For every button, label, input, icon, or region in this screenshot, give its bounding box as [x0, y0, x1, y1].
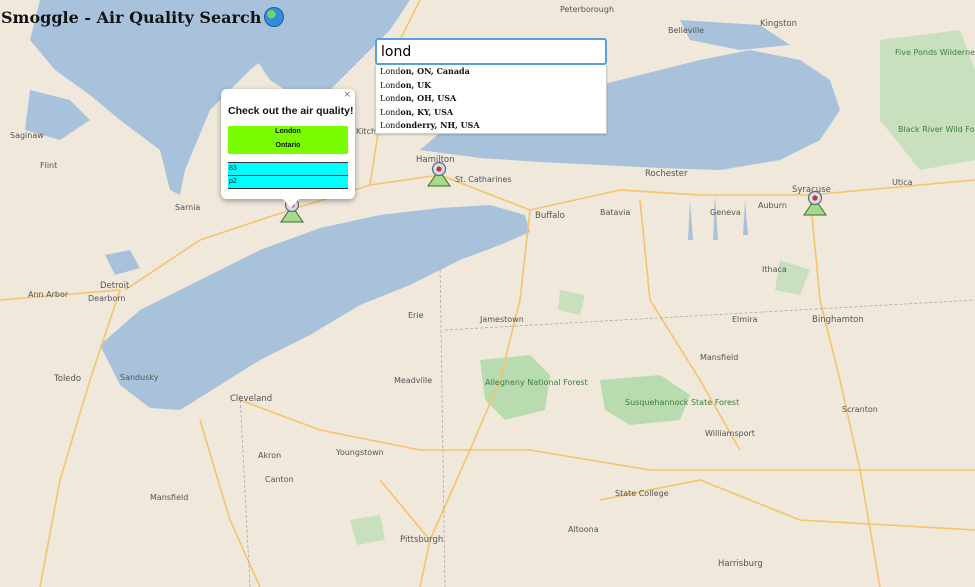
suggestion-item[interactable]: London, UK — [376, 79, 606, 93]
aq-value: 83 — [228, 163, 348, 176]
label-statecollege: State College — [615, 489, 669, 498]
label-sarnia: Sarnia — [175, 203, 200, 212]
pin-marker-hamilton[interactable] — [427, 160, 451, 188]
label-altoona: Altoona — [568, 525, 599, 534]
label-auburn: Auburn — [758, 201, 787, 210]
label-canton: Canton — [265, 475, 294, 484]
label-belleville: Belleville — [668, 26, 704, 35]
label-meadville: Meadville — [394, 376, 432, 385]
label-cleveland: Cleveland — [230, 394, 272, 404]
label-toledo: Toledo — [53, 374, 81, 384]
label-geneva: Geneva — [710, 208, 741, 217]
app-header: Smoggle - Air Quality Search — [1, 7, 285, 27]
label-rochester: Rochester — [645, 169, 688, 179]
label-pittsburgh: Pittsburgh — [400, 535, 443, 545]
autocomplete-list: London, ON, Canada London, UK London, OH… — [375, 65, 607, 134]
label-detroit: Detroit — [100, 281, 130, 291]
aq-pollutant: p2 — [229, 178, 237, 185]
label-binghamton: Binghamton — [812, 315, 864, 325]
label-erie: Erie — [408, 311, 424, 320]
label-buffalo: Buffalo — [535, 211, 565, 221]
search-box: London, ON, Canada London, UK London, OH… — [375, 38, 607, 134]
pin-marker-syracuse[interactable] — [803, 189, 827, 217]
label-fiveponds: Five Ponds Wilderness — [895, 48, 975, 57]
place-box: London Ontario — [228, 126, 348, 154]
suggestion-item[interactable]: London, OH, USA — [376, 92, 606, 106]
label-allegheny: Allegheny National Forest — [485, 378, 588, 387]
label-saginaw: Saginaw — [10, 131, 44, 140]
city-name: London — [275, 128, 301, 135]
label-utica: Utica — [892, 178, 913, 187]
label-susquehannock: Susquehannock State Forest — [625, 398, 739, 407]
label-batavia: Batavia — [600, 208, 630, 217]
search-input[interactable] — [375, 38, 607, 65]
region-name: Ontario — [275, 142, 301, 149]
info-popup: × Check out the air quality! London Onta… — [221, 89, 355, 208]
label-elmira: Elmira — [732, 315, 758, 324]
label-kingston: Kingston — [760, 19, 797, 29]
suggestion-item[interactable]: Londonderry, NH, USA — [376, 119, 606, 133]
popup-title: Check out the air quality! — [228, 105, 354, 117]
label-dearborn: Dearborn — [88, 294, 125, 303]
label-youngstown: Youngstown — [335, 448, 384, 457]
label-akron: Akron — [258, 451, 281, 460]
label-sandusky: Sandusky — [120, 373, 159, 382]
page-title: Smoggle - Air Quality Search — [1, 7, 262, 27]
suggestion-item[interactable]: London, KY, USA — [376, 106, 606, 120]
suggestion-item[interactable]: London, ON, Canada — [376, 65, 606, 79]
close-icon[interactable]: × — [343, 90, 351, 100]
label-jamestown: Jamestown — [479, 315, 524, 324]
label-williamsport: Williamsport — [705, 429, 755, 438]
label-mansfield-pa: Mansfield — [700, 353, 738, 362]
label-flint: Flint — [40, 161, 57, 170]
label-mansfield: Mansfield — [150, 493, 188, 502]
label-harrisburg: Harrisburg — [718, 559, 763, 569]
label-stcatharines: St. Catharines — [455, 175, 512, 184]
air-quality-box: 83 p2 — [228, 162, 348, 189]
label-annarbor: Ann Arbor — [28, 290, 69, 299]
globe-icon — [264, 7, 285, 27]
label-ithaca: Ithaca — [762, 265, 787, 274]
label-peterborough: Peterborough — [560, 5, 614, 14]
label-scranton: Scranton — [842, 405, 878, 414]
label-blackriver: Black River Wild Forest — [898, 125, 975, 134]
